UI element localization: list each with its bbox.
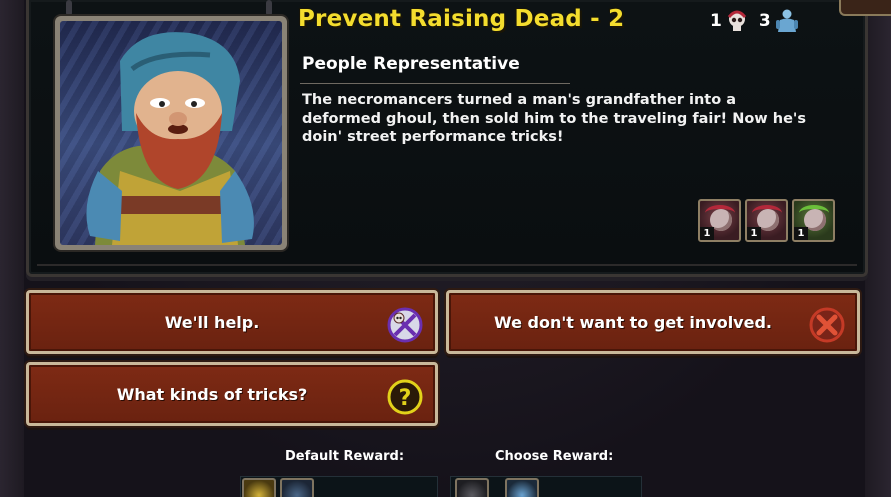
green-demon-unit-icon[interactable]: 1	[792, 199, 835, 242]
hero-count: 3	[758, 11, 771, 31]
choice-help-button[interactable]: We'll help.	[26, 290, 438, 354]
left-wall	[0, 0, 24, 497]
people-representative-portrait	[86, 32, 254, 245]
skull-icon	[727, 10, 747, 31]
red-x-icon	[809, 307, 845, 343]
skull-counter: 1	[710, 9, 749, 33]
default-reward-label: Default Reward:	[285, 449, 405, 464]
unit-qty: 1	[794, 227, 808, 240]
armor-reward-icon[interactable]	[455, 478, 489, 497]
event-subtitle: People Representative	[302, 54, 520, 74]
event-title: Prevent Raising Dead - 2	[298, 6, 625, 32]
red-demon-unit-icon[interactable]: 1	[745, 199, 788, 242]
character-portrait-frame	[55, 16, 287, 250]
hero-reward-icon[interactable]	[280, 478, 314, 497]
choice-label: We don't want to get involved.	[494, 312, 772, 332]
party-counters: 1 3	[710, 8, 800, 34]
hanging-chain	[66, 0, 72, 16]
panel-corner-ornament	[839, 0, 891, 16]
choice-label: What kinds of tricks?	[116, 384, 308, 404]
question-icon: ?	[387, 379, 423, 415]
event-description: The necromancers turned a man's grandfat…	[302, 92, 806, 145]
choice-decline-button[interactable]: We don't want to get involved.	[446, 290, 860, 354]
right-wall	[865, 0, 891, 497]
unit-qty: 1	[747, 227, 761, 240]
red-demon-unit-icon[interactable]: 1	[698, 199, 741, 242]
character-portrait	[60, 21, 282, 245]
subtitle-divider	[300, 83, 570, 84]
unit-qty: 1	[700, 227, 714, 240]
hanging-chain	[266, 0, 272, 16]
hero-counter: 3	[759, 8, 800, 34]
choose-reward-label: Choose Reward:	[495, 449, 614, 464]
choice-label: We'll help.	[164, 312, 260, 332]
crossed-swords-skull-icon	[387, 307, 423, 343]
game-screen: Prevent Raising Dead - 2 1 3 People Repr…	[0, 0, 891, 497]
choice-ask-tricks-button[interactable]: What kinds of tricks? ?	[26, 362, 438, 426]
panel-divider	[37, 264, 857, 266]
hero-icon	[775, 9, 798, 32]
gold-reward-icon[interactable]	[242, 478, 276, 497]
skull-count: 1	[710, 11, 722, 31]
crystal-reward-icon[interactable]	[505, 478, 539, 497]
enemy-units: 1 1 1	[698, 199, 835, 242]
svg-text:?: ?	[399, 386, 412, 411]
